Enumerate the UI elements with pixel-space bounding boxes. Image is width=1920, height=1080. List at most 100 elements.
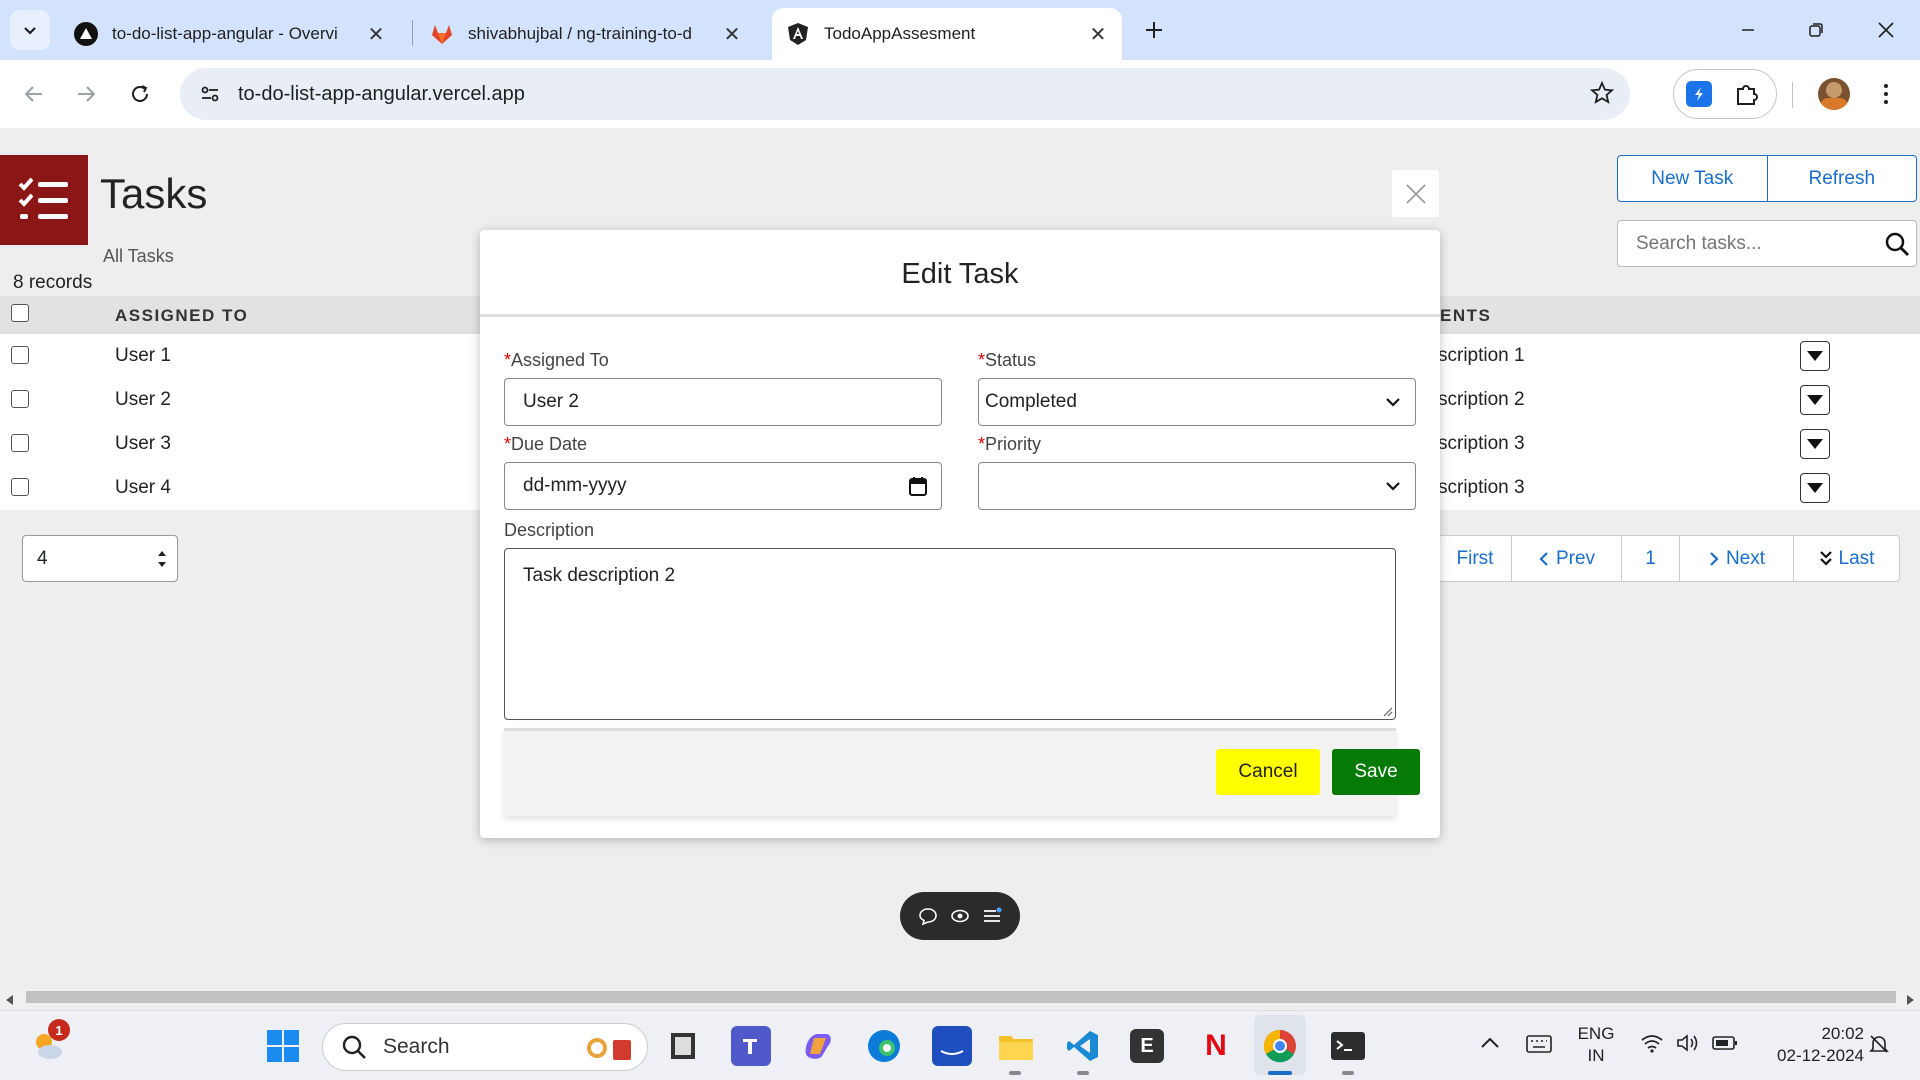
row-checkbox[interactable] (11, 346, 29, 364)
forward-button[interactable] (66, 74, 106, 114)
puzzle-icon[interactable] (1734, 81, 1760, 112)
status-value: Completed (985, 391, 1077, 412)
edge-icon[interactable] (864, 1026, 904, 1066)
new-task-button[interactable]: New Task (1618, 156, 1767, 201)
tab-separator (412, 20, 413, 46)
clock[interactable]: 20:02 02-12-2024 (1756, 1023, 1864, 1067)
vscode-icon[interactable] (1063, 1026, 1103, 1066)
wifi-icon[interactable] (1640, 1033, 1664, 1058)
description-textarea[interactable]: Task description 2 (504, 548, 1396, 720)
tab-todo-app[interactable]: TodoAppAssesment ✕ (772, 8, 1122, 60)
search-icon[interactable] (1884, 231, 1910, 262)
back-button[interactable] (14, 74, 54, 114)
cell-assigned-to: User 2 (115, 389, 171, 410)
keyboard-icon[interactable] (1526, 1035, 1552, 1058)
restore-button[interactable] (1792, 10, 1840, 50)
assigned-to-field[interactable]: User 2 (504, 378, 942, 426)
pager-first[interactable]: First (1439, 536, 1511, 581)
scrollbar-thumb[interactable] (26, 991, 1896, 1003)
close-window-button[interactable] (1862, 10, 1910, 50)
teams-icon[interactable] (731, 1026, 771, 1066)
menu-kebab-icon[interactable] (1876, 78, 1896, 110)
required-mark: * (978, 350, 986, 370)
address-bar[interactable]: to-do-list-app-angular.vercel.app (180, 68, 1630, 120)
column-comments[interactable]: ENTS (1440, 306, 1491, 326)
row-checkbox[interactable] (11, 478, 29, 496)
scroll-right-icon[interactable] (1906, 992, 1914, 1010)
row-checkbox[interactable] (11, 390, 29, 408)
close-icon[interactable]: ✕ (1088, 22, 1108, 47)
eye-icon[interactable] (950, 906, 970, 926)
close-icon[interactable]: ✕ (366, 22, 386, 47)
app-e-icon[interactable]: E (1130, 1029, 1164, 1063)
pager-page[interactable]: 1 (1621, 536, 1679, 581)
refresh-button[interactable]: Refresh (1766, 156, 1917, 201)
pager-prev[interactable]: Prev (1511, 536, 1621, 581)
cell-assigned-to: User 1 (115, 345, 171, 366)
modal-title: Edit Task (901, 258, 1019, 290)
due-date-label: *Due Date (504, 434, 588, 454)
volume-icon[interactable] (1676, 1033, 1700, 1058)
minimize-button[interactable] (1724, 10, 1772, 50)
minimize-icon (1742, 29, 1754, 31)
priority-label: *Priority (978, 434, 1042, 454)
new-tab-button[interactable] (1138, 14, 1170, 46)
status-select[interactable]: Completed (978, 378, 1416, 426)
select-all-checkbox[interactable] (11, 304, 29, 322)
pager-next[interactable]: Next (1679, 536, 1793, 581)
windows-start-icon[interactable] (263, 1026, 303, 1066)
cancel-button[interactable]: Cancel (1216, 749, 1320, 795)
comment-icon[interactable] (918, 906, 938, 926)
page-subtitle: All Tasks (103, 246, 174, 266)
column-assigned-to[interactable]: ASSIGNED TO (115, 306, 248, 326)
copilot-icon[interactable] (798, 1026, 838, 1066)
search-input[interactable] (1636, 232, 1866, 255)
taskbar-search[interactable]: Search (322, 1023, 648, 1071)
scroll-left-icon[interactable] (6, 992, 14, 1010)
chrome-icon[interactable] (1260, 1026, 1300, 1066)
reload-button[interactable] (120, 74, 160, 114)
tab-search-button[interactable] (10, 10, 50, 50)
horizontal-scrollbar[interactable] (0, 988, 1920, 1006)
tab-gitlab[interactable]: shivabhujbal / ng-training-to-d ✕ (416, 8, 756, 60)
notification-bell-icon[interactable] (1868, 1033, 1890, 1060)
language-indicator[interactable]: ENG IN (1572, 1023, 1620, 1067)
status-label: *Status (978, 350, 1037, 370)
app-icon[interactable] (663, 1026, 703, 1066)
chevron-down-icon (1386, 398, 1400, 407)
tab-vercel[interactable]: to-do-list-app-angular - Overvi ✕ (60, 8, 400, 60)
plus-icon (1146, 22, 1162, 38)
site-info-icon[interactable] (196, 80, 224, 108)
extension-icon[interactable] (1686, 81, 1712, 107)
required-mark: * (504, 434, 512, 454)
due-date-field[interactable]: dd-mm-yyyy (504, 462, 942, 510)
row-actions-dropdown[interactable] (1800, 385, 1830, 415)
page-size-stepper[interactable]: 4 (22, 535, 178, 582)
angular-icon (786, 22, 810, 46)
caret-down-icon (1807, 351, 1823, 361)
row-checkbox[interactable] (11, 434, 29, 452)
terminal-icon[interactable] (1328, 1026, 1368, 1066)
avatar[interactable] (1818, 78, 1850, 110)
calendar-icon[interactable] (909, 476, 927, 496)
netflix-icon[interactable]: N (1196, 1026, 1236, 1066)
prime-video-icon[interactable] (932, 1026, 972, 1066)
resize-handle-icon[interactable] (1381, 705, 1393, 717)
pager-last[interactable]: Last (1793, 536, 1899, 581)
chevron-up-icon[interactable] (1480, 1035, 1500, 1054)
row-actions-dropdown[interactable] (1800, 473, 1830, 503)
row-actions-dropdown[interactable] (1800, 341, 1830, 371)
list-icon[interactable] (982, 906, 1002, 926)
bookmark-star-icon[interactable] (1589, 80, 1615, 110)
stepper-arrows-icon[interactable] (157, 548, 167, 570)
save-button[interactable]: Save (1332, 749, 1420, 795)
checklist-icon (18, 177, 68, 219)
close-icon[interactable]: ✕ (722, 22, 742, 47)
row-actions-dropdown[interactable] (1800, 429, 1830, 459)
battery-icon[interactable] (1712, 1035, 1738, 1056)
tab-title: shivabhujbal / ng-training-to-d (468, 24, 692, 43)
file-explorer-icon[interactable] (996, 1026, 1036, 1066)
modal-close-button[interactable] (1392, 170, 1439, 217)
assigned-to-label: *Assigned To (504, 350, 609, 370)
priority-select[interactable] (978, 462, 1416, 510)
